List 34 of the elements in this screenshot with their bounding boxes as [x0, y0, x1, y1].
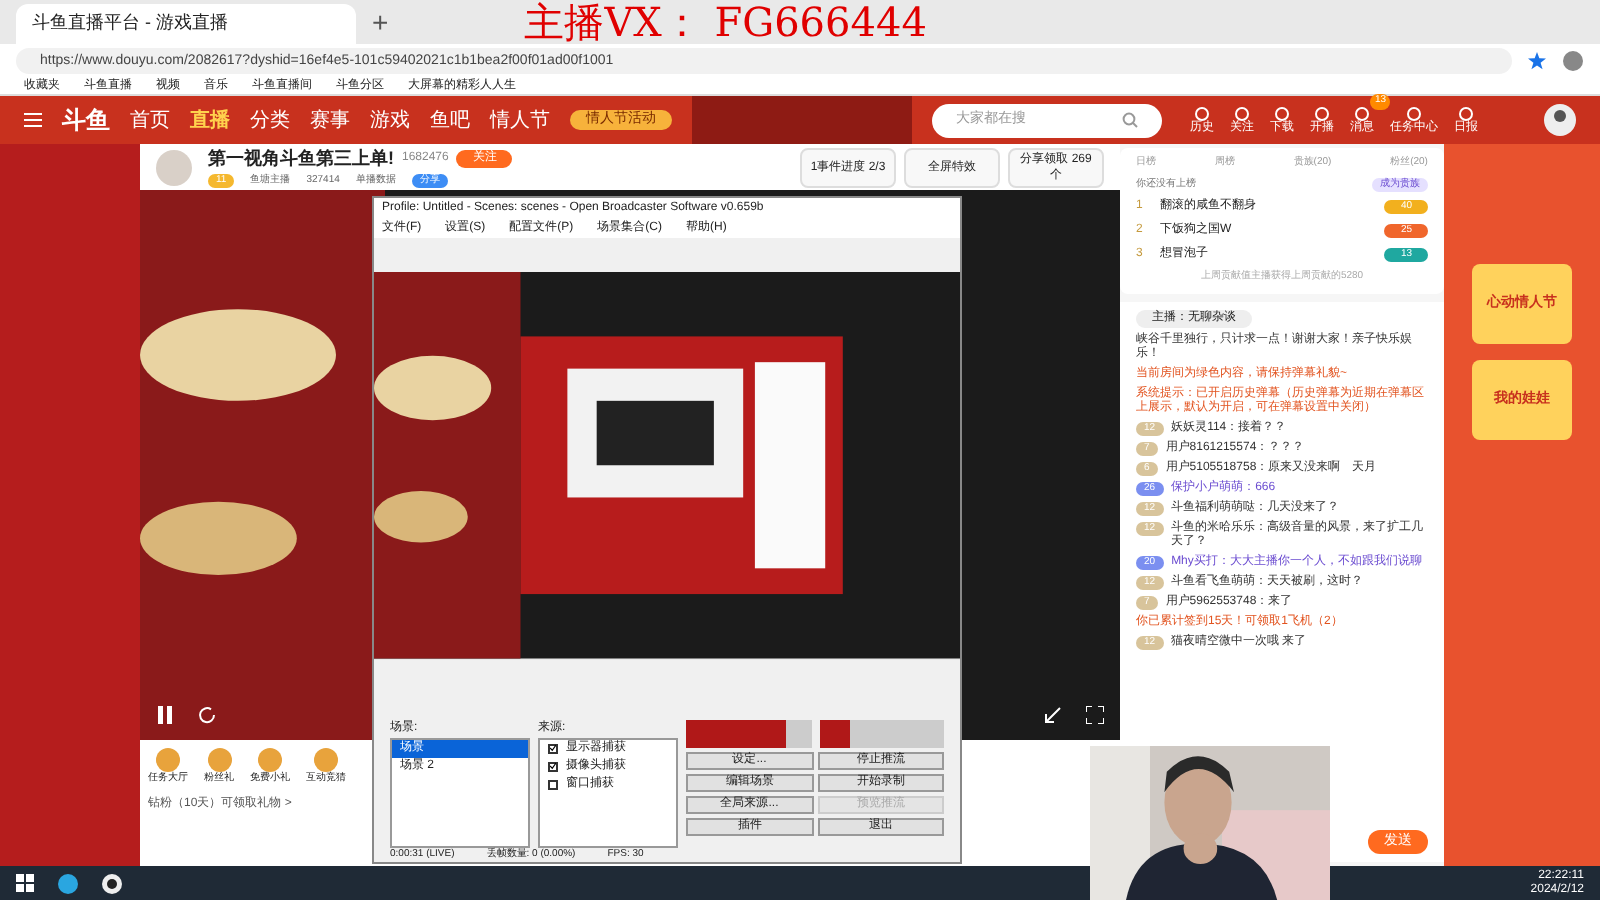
- ring-icon: [1406, 106, 1422, 122]
- coin-icon: [156, 748, 180, 772]
- new-tab-button[interactable]: +: [372, 8, 389, 44]
- ring-icon: [1314, 106, 1330, 122]
- ring-icon: [1274, 106, 1290, 122]
- ring-icon: [1194, 106, 1210, 122]
- source-checkbox[interactable]: [548, 779, 558, 789]
- browser-icon[interactable]: [58, 873, 78, 893]
- profile-icon[interactable]: [1562, 49, 1584, 71]
- ring-icon: [1234, 106, 1250, 122]
- coin-icon: [314, 748, 338, 772]
- star-icon[interactable]: [1528, 51, 1546, 69]
- nav-link[interactable]: 鱼吧: [430, 105, 470, 135]
- nav-link[interactable]: 情人节: [490, 105, 550, 135]
- nav-link[interactable]: 游戏: [370, 105, 410, 135]
- overlay-text: 主播VX： FG666444: [524, 2, 927, 44]
- nav-link[interactable]: 分类: [250, 105, 290, 135]
- obs-icon[interactable]: [102, 873, 122, 893]
- source-checkbox[interactable]: [548, 761, 558, 771]
- room-title: 第一视角斗鱼第三上单!: [208, 146, 394, 172]
- windows-icon[interactable]: [16, 874, 34, 892]
- site-logo[interactable]: 斗鱼: [62, 102, 110, 138]
- nav-link[interactable]: 直播: [190, 105, 230, 135]
- menu-icon[interactable]: [24, 112, 42, 128]
- nav-link[interactable]: 首页: [130, 105, 170, 135]
- source-checkbox[interactable]: [548, 743, 558, 753]
- browser-tab[interactable]: 斗鱼直播平台 - 游戏直播: [16, 4, 356, 44]
- nav-link[interactable]: 赛事: [310, 105, 350, 135]
- ring-icon: [1354, 106, 1370, 122]
- coin-icon: [207, 748, 231, 772]
- search-icon[interactable]: [1122, 112, 1138, 128]
- avatar[interactable]: [1544, 104, 1576, 136]
- coin-icon: [258, 748, 282, 772]
- ring-icon: [1458, 106, 1474, 122]
